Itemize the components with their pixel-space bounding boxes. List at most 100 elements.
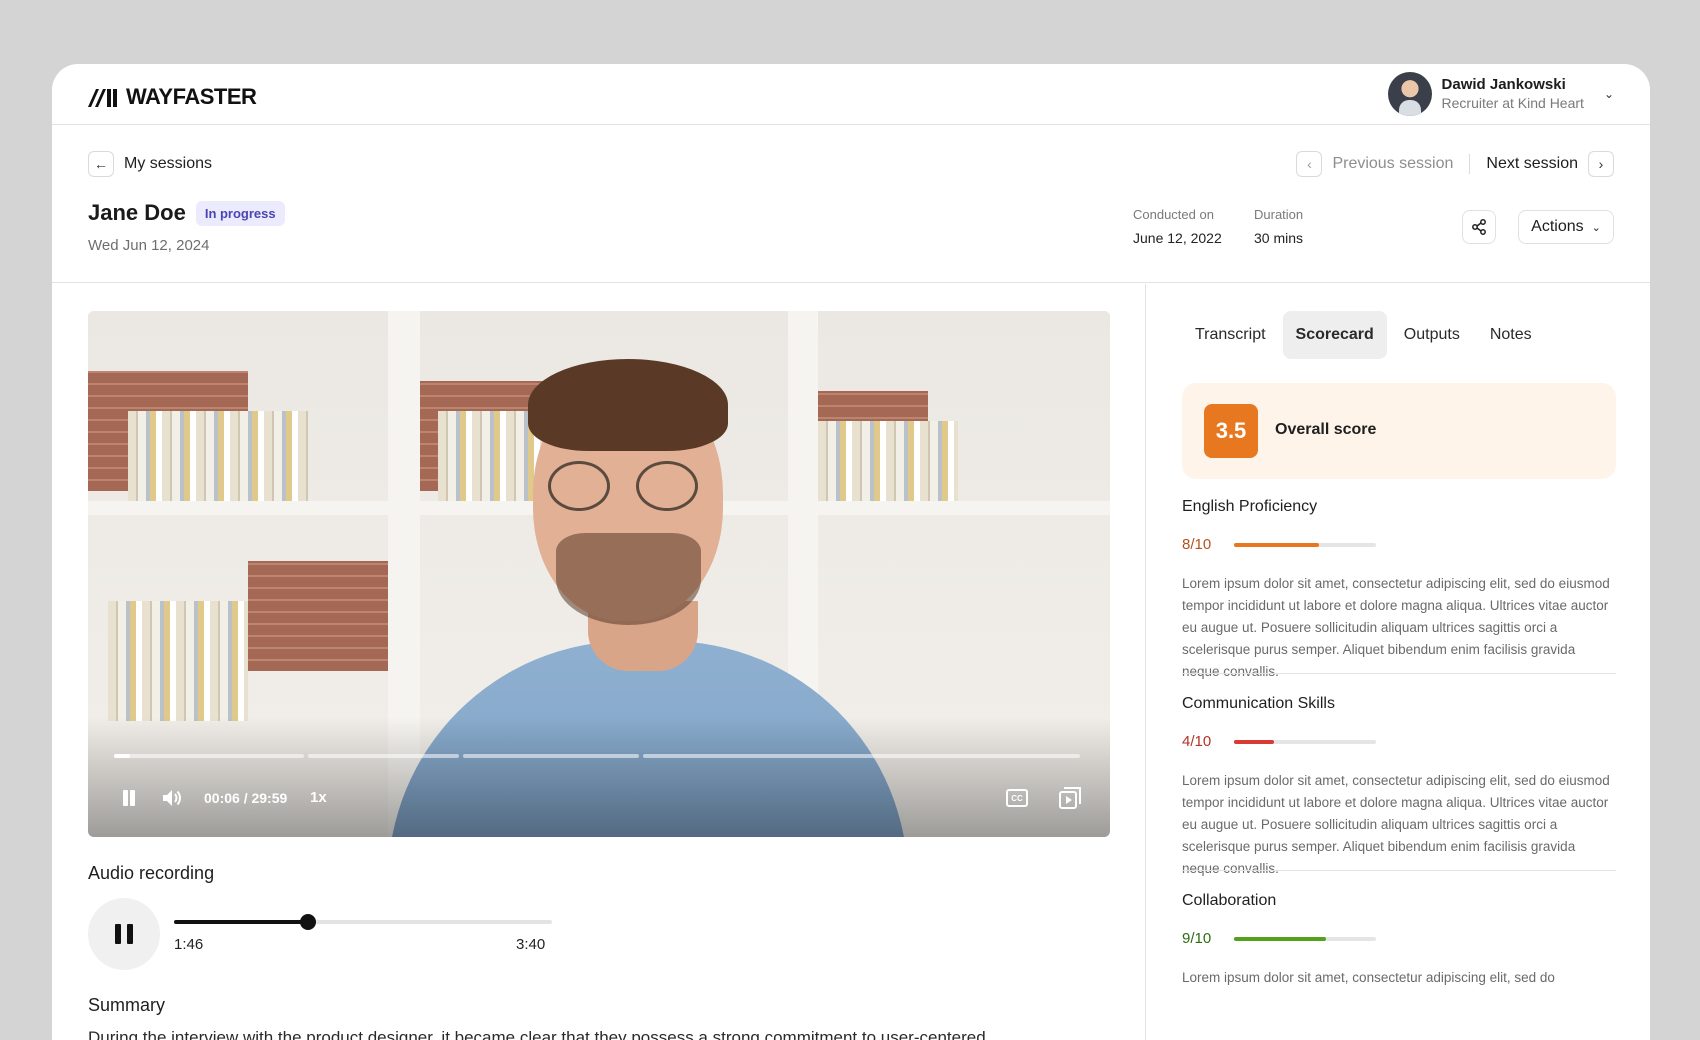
- brand-logo[interactable]: WAYFASTER: [88, 84, 257, 110]
- audio-progress-slider[interactable]: [174, 914, 552, 930]
- chevron-down-icon[interactable]: ⌄: [1604, 87, 1614, 101]
- video-frame-detail: [108, 601, 248, 721]
- captions-icon[interactable]: CC: [1006, 789, 1028, 807]
- video-chapter-segment[interactable]: [642, 754, 1080, 758]
- candidate-heading: Jane Doe In progress: [88, 200, 285, 226]
- skill-score: 9/10: [1182, 930, 1212, 947]
- skill-name: Collaboration: [1182, 892, 1277, 909]
- skill-item: Collaboration 9/10 Lorem ipsum dolor sit a…: [1182, 892, 1616, 989]
- scorecard-panel: Transcript Scorecard Outputs Notes 3.5 Over…: [1146, 284, 1650, 1040]
- actions-label: Actions: [1531, 218, 1584, 235]
- chevron-down-icon: ⌄: [1591, 221, 1601, 234]
- divider: [1182, 870, 1616, 871]
- tab-bar: Transcript Scorecard Outputs Notes: [1182, 311, 1545, 359]
- video-chapter-segment[interactable]: [463, 754, 639, 758]
- duration-value: 30 mins: [1254, 230, 1304, 246]
- status-badge: In progress: [195, 200, 285, 226]
- conducted-on: Conducted on June 12, 2022: [1133, 207, 1222, 246]
- next-session-button[interactable]: Next session: [1486, 155, 1578, 173]
- skill-score: 4/10: [1182, 733, 1212, 750]
- share-icon: [1472, 219, 1486, 235]
- video-frame-detail: [818, 421, 958, 501]
- duration-label: Duration: [1254, 207, 1304, 222]
- audio-recording-title: Audio recording: [88, 863, 215, 883]
- session-header: ← My sessions Jane Doe In progress Wed J…: [52, 125, 1650, 283]
- audio-current-time: 1:46: [174, 936, 204, 953]
- avatar: [1387, 72, 1432, 116]
- summary-text: During the interview with the product de…: [88, 1028, 986, 1040]
- skill-item: English Proficiency 8/10 Lorem ipsum dolor…: [1182, 498, 1616, 683]
- audio-pause-button[interactable]: [88, 898, 160, 970]
- video-frame-detail: [636, 461, 698, 511]
- actions-dropdown[interactable]: Actions ⌄: [1518, 210, 1614, 244]
- video-progress-fill: [114, 754, 130, 758]
- video-frame-detail: [528, 359, 728, 451]
- app-window: WAYFASTER Dawid Jankowski Recruiter at K…: [52, 64, 1650, 1040]
- video-frame-detail: [248, 561, 388, 671]
- tab-scorecard[interactable]: Scorecard: [1282, 311, 1387, 359]
- video-chapter-segment[interactable]: [114, 754, 304, 758]
- skill-item: Communication Skills 4/10 Lorem ipsum dolo…: [1182, 695, 1616, 880]
- skill-score-bar: [1234, 542, 1376, 547]
- share-button[interactable]: [1462, 210, 1496, 244]
- divider: [1182, 673, 1616, 674]
- skill-description: Lorem ipsum dolor sit amet, consectetur …: [1182, 970, 1555, 985]
- video-frame-detail: [548, 461, 610, 511]
- candidate-name: Jane Doe: [88, 200, 186, 225]
- video-frame-detail: [128, 411, 308, 501]
- duration: Duration 30 mins: [1254, 207, 1303, 246]
- conducted-label: Conducted on: [1133, 207, 1214, 222]
- summary-title: Summary: [88, 995, 166, 1015]
- skill-score-bar: [1234, 739, 1376, 744]
- skill-name: Communication Skills: [1182, 695, 1335, 712]
- skill-score-fill: [1234, 739, 1274, 744]
- tab-transcript[interactable]: Transcript: [1182, 311, 1279, 359]
- chevron-left-icon[interactable]: ‹: [1296, 151, 1323, 177]
- user-name: Dawid Jankowski: [1441, 76, 1566, 93]
- chevron-right-icon[interactable]: ›: [1588, 151, 1614, 177]
- skill-name: English Proficiency: [1182, 498, 1318, 515]
- picture-in-picture-icon[interactable]: [1058, 786, 1082, 810]
- video-chapter-segment[interactable]: [308, 754, 460, 758]
- overall-score-value: 3.5: [1204, 404, 1258, 458]
- video-frame-detail: [88, 717, 1110, 837]
- skill-score-bar: [1234, 936, 1376, 941]
- skill-rating: 4/10: [1182, 733, 1616, 750]
- skill-rating: 8/10: [1182, 536, 1616, 553]
- conducted-value: June 12, 2022: [1133, 230, 1222, 246]
- back-to-sessions[interactable]: ← My sessions: [88, 151, 212, 177]
- tab-notes[interactable]: Notes: [1477, 311, 1545, 359]
- pause-icon[interactable]: [118, 787, 140, 809]
- main-panel: 00:06 / 29:59 1x CC Audio recording 1:46…: [52, 284, 1146, 1040]
- audio-total-time: 3:40: [516, 936, 546, 953]
- skill-score: 8/10: [1182, 536, 1212, 553]
- playback-speed-button[interactable]: 1x: [310, 789, 327, 806]
- video-player[interactable]: 00:06 / 29:59 1x CC: [88, 311, 1110, 837]
- audio-slider-handle[interactable]: [300, 914, 317, 930]
- skill-score-fill: [1234, 936, 1327, 941]
- previous-session-button[interactable]: Previous session: [1332, 155, 1453, 173]
- top-bar: WAYFASTER Dawid Jankowski Recruiter at K…: [52, 64, 1650, 125]
- skill-description: Lorem ipsum dolor sit amet, consectetur …: [1182, 576, 1610, 679]
- wayfaster-logo-icon: [88, 89, 117, 107]
- video-frame-detail: [556, 533, 701, 625]
- video-controls: 00:06 / 29:59 1x CC: [88, 781, 1110, 817]
- tab-outputs[interactable]: Outputs: [1391, 311, 1473, 359]
- user-role: Recruiter at Kind Heart: [1441, 95, 1584, 111]
- back-label: My sessions: [124, 155, 213, 172]
- skill-score-fill: [1234, 542, 1320, 547]
- video-progress-bar[interactable]: [114, 754, 1084, 758]
- audio-progress-fill: [174, 920, 309, 924]
- brand-name: WAYFASTER: [126, 84, 257, 109]
- overall-score-card: 3.5 Overall score: [1182, 383, 1616, 479]
- session-date: Wed Jun 12, 2024: [88, 237, 210, 254]
- user-menu[interactable]: Dawid Jankowski Recruiter at Kind Heart …: [1387, 72, 1614, 116]
- arrow-left-icon[interactable]: ←: [88, 151, 114, 177]
- volume-icon[interactable]: [161, 787, 183, 809]
- video-time: 00:06 / 29:59: [204, 790, 288, 806]
- divider: [1469, 154, 1471, 174]
- session-navigation: ‹ Previous session Next session ›: [1296, 151, 1614, 177]
- overall-score-label: Overall score: [1275, 421, 1377, 438]
- skill-rating: 9/10: [1182, 930, 1616, 947]
- skill-description: Lorem ipsum dolor sit amet, consectetur …: [1182, 773, 1610, 876]
